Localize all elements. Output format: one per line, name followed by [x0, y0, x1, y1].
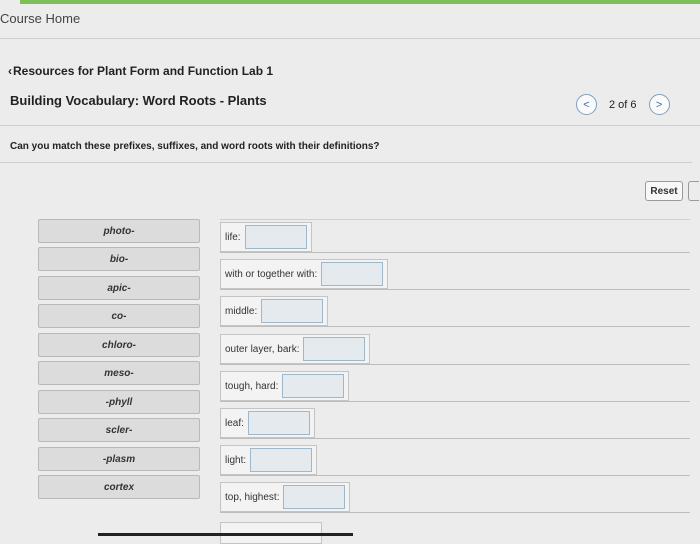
pager: < 2 of 6 > [576, 94, 670, 115]
drop-target[interactable] [247, 411, 310, 435]
divider [0, 125, 700, 126]
definition-label: with or together with: [225, 268, 318, 280]
divider [0, 162, 692, 163]
drop-target[interactable] [321, 262, 384, 286]
scroll-indicator [98, 533, 353, 536]
definition-box: light: [220, 445, 318, 475]
drop-target[interactable] [303, 337, 366, 361]
top-accent-line [20, 0, 700, 4]
definition-row: tough, hard: [220, 371, 690, 402]
definition-label: leaf: [225, 417, 244, 429]
definition-box: life: [220, 222, 312, 252]
term-tile[interactable]: co- [38, 304, 200, 328]
breadcrumb[interactable]: ‹Resources for Plant Form and Function L… [8, 64, 273, 78]
definition-label: light: [225, 454, 247, 466]
chevron-left-icon: ‹ [8, 64, 12, 78]
divider [220, 326, 690, 327]
breadcrumb-label: Resources for Plant Form and Function La… [13, 64, 274, 78]
drop-target[interactable] [282, 374, 345, 398]
definition-label: tough, hard: [225, 380, 279, 392]
divider [0, 38, 700, 39]
definition-row: middle: [220, 296, 690, 327]
divider [220, 252, 690, 253]
definition-box: top, highest: [220, 482, 351, 512]
definition-box: leaf: [220, 408, 315, 438]
drop-target[interactable] [250, 448, 313, 472]
drop-target[interactable] [283, 485, 346, 509]
definition-label: top, highest: [225, 491, 280, 503]
term-tile[interactable]: meso- [38, 361, 200, 385]
term-tile[interactable]: scler- [38, 418, 200, 442]
definition-label: life: [225, 231, 241, 243]
definition-box: middle: [220, 296, 329, 326]
definition-row: life: [220, 222, 690, 253]
term-tile[interactable]: -plasm [38, 447, 200, 471]
definition-label: outer layer, bark: [225, 343, 300, 355]
definition-box: with or together with: [220, 259, 389, 289]
definition-row: light: [220, 445, 690, 476]
divider [220, 475, 690, 476]
course-home-link[interactable]: Course Home [0, 11, 80, 26]
definition-label: middle: [225, 305, 258, 317]
term-tile[interactable]: bio- [38, 247, 200, 271]
definition-box: tough, hard: [220, 371, 350, 401]
definition-box: outer layer, bark: [220, 334, 371, 364]
definition-row: leaf: [220, 408, 690, 439]
term-tile[interactable]: photo- [38, 219, 200, 243]
definition-row: with or together with: [220, 259, 690, 290]
drop-target[interactable] [244, 225, 307, 249]
page-count: 2 of 6 [609, 98, 637, 111]
prev-page-button[interactable]: < [576, 94, 597, 115]
definition-row: outer layer, bark: [220, 334, 690, 365]
drop-target[interactable] [261, 299, 324, 323]
next-page-button[interactable]: > [648, 94, 670, 115]
term-tile[interactable]: chloro- [38, 333, 200, 357]
reset-button[interactable]: Reset [645, 181, 683, 201]
divider [220, 438, 690, 439]
term-tile[interactable]: -phyll [38, 390, 200, 414]
term-tile[interactable]: apic- [38, 276, 200, 300]
divider [220, 219, 690, 220]
divider [220, 512, 690, 513]
chevron-right-icon: > [655, 98, 663, 111]
divider [220, 289, 690, 290]
definition-row: top, highest: [220, 482, 690, 513]
chevron-left-icon: < [583, 98, 590, 111]
question-text: Can you match these prefixes, suffixes, … [10, 141, 380, 152]
help-button-edge[interactable] [688, 181, 699, 201]
term-tile[interactable]: cortex [38, 475, 200, 499]
page-title: Building Vocabulary: Word Roots - Plants [10, 93, 267, 108]
divider [220, 364, 690, 365]
divider [220, 401, 690, 402]
